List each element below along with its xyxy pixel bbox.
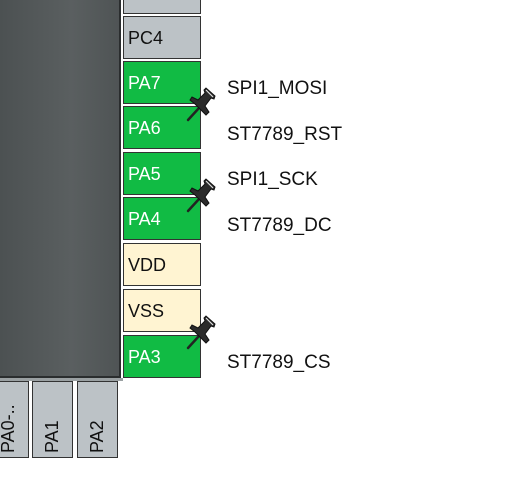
- signal-label-pa5: SPI1_SCK: [227, 169, 318, 190]
- pin-pc5[interactable]: PC5: [123, 0, 201, 14]
- pushpin-icon[interactable]: [184, 86, 218, 124]
- signal-label-pa7: SPI1_MOSI: [227, 78, 328, 99]
- pin-pa1[interactable]: PA1: [32, 381, 73, 458]
- pin-pa2-label: PA2: [86, 420, 107, 453]
- signal-label-pa4: ST7789_DC: [227, 215, 332, 236]
- pin-pa0[interactable]: PA0-..: [0, 381, 29, 458]
- signal-label-pa6: ST7789_RST: [227, 124, 343, 145]
- pin-pc4[interactable]: PC4: [123, 16, 201, 59]
- pushpin-icon[interactable]: [184, 314, 218, 352]
- signal-label-pa3: ST7789_CS: [227, 352, 331, 373]
- pushpin-icon[interactable]: [184, 177, 218, 215]
- pin-vdd[interactable]: VDD: [123, 243, 201, 286]
- pin-pa2[interactable]: PA2: [77, 381, 118, 458]
- pin-pa0-label: PA0-..: [0, 404, 18, 453]
- mcu-chip-body: [0, 0, 121, 378]
- pin-pa1-label: PA1: [41, 420, 62, 453]
